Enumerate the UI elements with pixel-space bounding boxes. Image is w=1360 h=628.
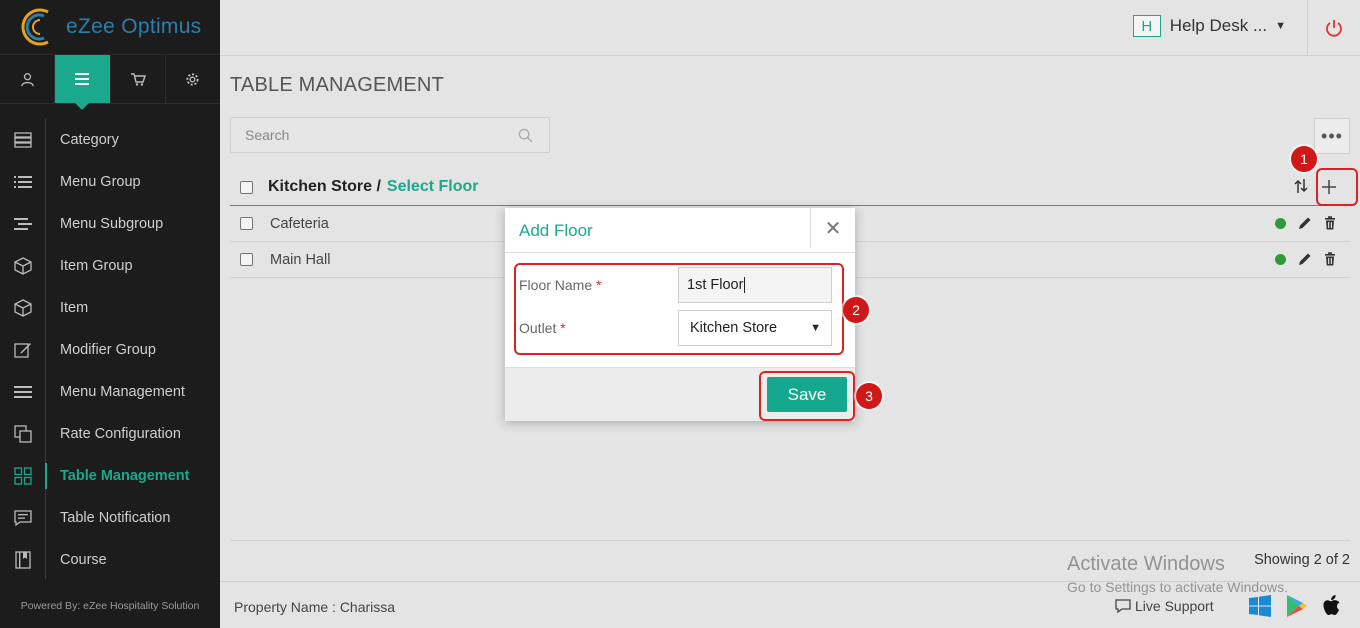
status-active-icon[interactable] — [1275, 217, 1286, 229]
power-icon — [1326, 19, 1342, 37]
page-title: TABLE MANAGEMENT — [230, 74, 444, 96]
annotation-badge-1: 1 — [1291, 146, 1317, 172]
sidebar-item-label: Modifier Group — [60, 342, 156, 358]
category-icon — [0, 132, 45, 148]
sidebar-item-item[interactable]: Item — [0, 287, 220, 329]
sidebar-item-label: Category — [60, 132, 119, 148]
search-input[interactable] — [231, 118, 549, 152]
grid-icon — [0, 467, 45, 485]
trash-icon[interactable] — [1324, 216, 1336, 230]
cart-icon — [130, 73, 146, 86]
sidebar-item-item-group[interactable]: Item Group — [0, 245, 220, 287]
top-bar: H Help Desk ... ▼ — [220, 0, 1360, 56]
tab-menu[interactable] — [55, 55, 111, 110]
sidebar-item-label: Item — [60, 300, 89, 316]
sidebar-item-course[interactable]: Course — [0, 539, 220, 581]
help-desk-label: Help Desk ... — [1169, 16, 1268, 35]
sidebar-item-label: Menu Subgroup — [60, 216, 164, 232]
divider — [230, 540, 1350, 541]
sidebar-item-modifier-group[interactable]: Modifier Group — [0, 329, 220, 371]
tab-profile[interactable] — [0, 55, 56, 103]
row-actions — [1275, 252, 1336, 266]
trash-icon[interactable] — [1324, 252, 1336, 266]
edit-icon[interactable] — [1298, 216, 1312, 230]
breadcrumb-store[interactable]: Kitchen Store / — [268, 178, 381, 196]
sidebar-item-table-management[interactable]: Table Management — [0, 455, 220, 497]
sidebar-item-label: Menu Management — [60, 384, 185, 400]
dialog-header: Add Floor ✕ — [505, 208, 855, 253]
brand: eZee Optimus — [0, 0, 220, 55]
annotation-badge-2: 2 — [843, 297, 869, 323]
powered-by: Powered By: eZee Hospitality Solution — [20, 600, 200, 612]
sublist-icon — [0, 217, 45, 231]
sidebar: eZee Optimus Category Menu Group Menu Su… — [0, 0, 220, 628]
help-desk-dropdown[interactable]: H Help Desk ... ▼ — [1132, 15, 1286, 37]
annotation-box-add — [1316, 168, 1358, 206]
help-badge: H — [1132, 15, 1161, 37]
sidebar-item-table-notification[interactable]: Table Notification — [0, 497, 220, 539]
brand-name: eZee Optimus — [66, 15, 202, 38]
bars-icon — [0, 385, 45, 399]
breadcrumb-select-floor[interactable]: Select Floor — [387, 178, 479, 196]
row-checkbox[interactable] — [240, 217, 253, 230]
annotation-box-fields — [514, 263, 844, 355]
annotation-badge-3: 3 — [856, 383, 882, 409]
watermark-line1: Activate Windows — [1067, 553, 1225, 575]
sidebar-item-label: Table Notification — [60, 510, 171, 526]
status-active-icon[interactable] — [1275, 253, 1286, 265]
more-options-button[interactable]: ••• — [1314, 118, 1350, 154]
row-checkbox[interactable] — [240, 253, 253, 266]
sidebar-item-menu-subgroup[interactable]: Menu Subgroup — [0, 203, 220, 245]
select-all-checkbox[interactable] — [240, 180, 253, 194]
close-icon: ✕ — [824, 217, 842, 240]
windows-icon[interactable] — [1248, 594, 1272, 618]
floor-name: Main Hall — [270, 251, 331, 268]
sidebar-nav: Category Menu Group Menu Subgroup Item G… — [0, 104, 220, 581]
power-button[interactable] — [1307, 0, 1360, 55]
live-support-link[interactable]: Live Support — [1115, 598, 1214, 614]
list-header: Kitchen Store / Select Floor — [230, 169, 1350, 206]
ezee-logo-icon — [18, 6, 60, 48]
caret-down-icon: ▼ — [1275, 20, 1286, 32]
tab-cart[interactable] — [111, 55, 166, 103]
sidebar-item-menu-group[interactable]: Menu Group — [0, 161, 220, 203]
list-icon — [0, 175, 45, 189]
search-box — [230, 117, 550, 153]
comment-icon — [0, 509, 45, 527]
windows-activation-watermark: Activate Windows Go to Settings to activ… — [1067, 553, 1288, 595]
sidebar-tabs — [0, 55, 220, 110]
app-store-links — [1248, 594, 1342, 618]
sidebar-item-label: Course — [60, 552, 107, 568]
row-actions — [1275, 216, 1336, 230]
book-icon — [0, 551, 45, 569]
sort-icon[interactable] — [1294, 178, 1308, 199]
close-button[interactable]: ✕ — [810, 208, 855, 248]
search-icon[interactable] — [518, 128, 533, 148]
sidebar-item-label: Item Group — [60, 258, 133, 274]
sidebar-item-label: Rate Configuration — [60, 426, 181, 442]
sidebar-item-menu-management[interactable]: Menu Management — [0, 371, 220, 413]
sidebar-item-rate-configuration[interactable]: Rate Configuration — [0, 413, 220, 455]
watermark-line2: Go to Settings to activate Windows. — [1067, 579, 1288, 595]
box-icon — [0, 257, 45, 275]
tab-settings[interactable] — [166, 55, 220, 103]
gear-icon — [186, 72, 199, 86]
chat-icon — [1115, 598, 1131, 613]
box-icon — [0, 299, 45, 317]
apple-icon[interactable] — [1322, 594, 1342, 618]
sidebar-item-label: Table Management — [60, 468, 190, 484]
edit-icon[interactable] — [1298, 252, 1312, 266]
live-support-label: Live Support — [1135, 598, 1214, 614]
user-icon — [20, 72, 34, 86]
annotation-box-save — [759, 371, 855, 421]
menu-icon — [75, 73, 90, 85]
floor-name: Cafeteria — [270, 215, 329, 232]
property-name: Property Name : Charissa — [234, 599, 396, 615]
edit-icon — [0, 341, 45, 359]
sidebar-item-category[interactable]: Category — [0, 119, 220, 161]
copy-icon — [0, 425, 45, 443]
dialog-title: Add Floor — [519, 221, 593, 240]
google-play-icon[interactable] — [1286, 594, 1308, 618]
sidebar-item-label: Menu Group — [60, 174, 141, 190]
